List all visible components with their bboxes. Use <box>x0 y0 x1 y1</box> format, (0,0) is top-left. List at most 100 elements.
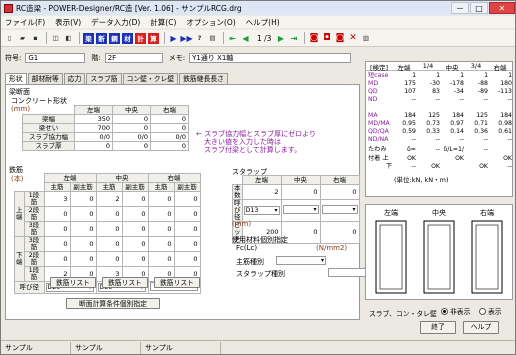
rebar-list-right-button[interactable]: 鉄筋リスト <box>154 277 200 288</box>
memo-input[interactable]: Y1通り X1軸 <box>189 52 352 63</box>
tab-slab-rebar[interactable]: スラブ筋 <box>86 73 122 84</box>
stirrup-dia-left-select[interactable]: D13 <box>243 206 280 215</box>
rebar-table: 左端 中央 右端 主筋 副主筋 主筋 副主筋 主筋 副主筋 上端 1段筋 3 0… <box>14 173 201 294</box>
menu-view[interactable]: 表示(V) <box>55 17 81 28</box>
section-left-stirrup <box>379 224 403 290</box>
window-title: RC造梁 - POWER-Designer/RC造 [Ver. 1.06] - … <box>16 3 242 13</box>
menu-help[interactable]: ヘルプ(H) <box>246 17 280 28</box>
minimize-button[interactable]: － <box>451 2 469 14</box>
lower-label: 下端 <box>14 236 25 282</box>
result-row: ND/NA -- -- -- -- -- <box>368 136 512 143</box>
result-row: QD 107 83 -34 -89 -113 <box>368 88 512 95</box>
run-all-icon[interactable]: ▶▶ <box>180 33 192 44</box>
menu-calc[interactable]: 計算(C) <box>150 17 176 28</box>
last-page-icon[interactable]: ⇥ <box>288 33 299 44</box>
memo-label: メモ: <box>168 53 186 62</box>
export-icon[interactable]: ▥ <box>360 33 371 44</box>
new-file-icon[interactable]: ▯ <box>4 33 15 44</box>
material-button[interactable]: 材 <box>122 32 133 44</box>
exit-button[interactable]: 終了 <box>420 321 456 334</box>
beam-button[interactable]: 梁 <box>83 32 94 44</box>
help-button[interactable]: ヘルプ <box>463 321 499 334</box>
section-left-outline <box>375 220 407 294</box>
result-row: 下 -- OK OK -- <box>385 163 512 170</box>
section-center-outline <box>423 220 455 294</box>
document-icon[interactable]: ▤ <box>207 33 218 44</box>
stirrup-dia-center-select[interactable] <box>282 205 319 214</box>
next-page-icon[interactable]: ▶ <box>275 33 286 44</box>
rebar-list-left-button[interactable]: 鉄筋リスト <box>50 277 96 288</box>
stirrup-dia-right-select[interactable] <box>321 205 358 214</box>
steel-button[interactable]: 鋼 <box>109 32 120 44</box>
tab-shape[interactable]: 形状 <box>5 73 27 84</box>
result-row: MD/MA 0.95 0.73 0.97 0.71 0.98 <box>368 120 512 127</box>
run-icon[interactable]: ▶ <box>168 33 179 44</box>
shape-panel: 梁断面 コンクリート形状 (mm) 左端 中央 右端 梁幅 350 0 0 梁せ… <box>5 84 379 320</box>
tab-strip: 形状 部材耐等 応力 スラブ筋 コン壁・クレ壁 鉄筋継長長さ <box>5 73 229 84</box>
delete-icon[interactable]: ✕ <box>347 33 358 44</box>
insert-row-icon[interactable]: ◘ <box>321 33 332 44</box>
radio-hide[interactable]: 非表示 <box>441 306 470 316</box>
menu-option[interactable]: オプション(O) <box>186 17 235 28</box>
save-icon[interactable]: ▪ <box>30 33 41 44</box>
section-calc-condition-button[interactable]: 断面計算条件個別指定 <box>66 298 160 309</box>
rebar-list-center-button[interactable]: 鉄筋リスト <box>102 277 148 288</box>
menu-file[interactable]: ファイル(F) <box>5 17 45 28</box>
display-toggle-label: スラブ、コン・タレ壁 <box>369 310 437 318</box>
menu-data-input[interactable]: データ入力(D) <box>91 17 140 28</box>
main-rebar-type-select[interactable] <box>276 256 326 265</box>
fugou-label: 符号: <box>5 53 22 62</box>
stirrup-table: 左端 中央 右端 本数 2 0 0 呼び径 D13 ピッチ 200 0 0 <box>232 175 360 244</box>
title-bar: RC造梁 - POWER-Designer/RC造 [Ver. 1.06] - … <box>1 1 515 15</box>
delete-row-icon[interactable]: ◙ <box>308 33 319 44</box>
upper-label: 上端 <box>14 191 25 237</box>
toolbar: ▯ ▰ ▪ ◫ ◧ 梁 断 鋼 材 計 算 ▶ ▶▶ ? ▤ ⇤ ◀ 1 /3 … <box>1 30 515 47</box>
main-rebar-type-label: 主筋種別 <box>236 258 264 266</box>
app-window: RC造梁 - POWER-Designer/RC造 [Ver. 1.06] - … <box>0 0 516 355</box>
menu-bar: ファイル(F) 表示(V) データ入力(D) 計算(C) オプション(O) ヘル… <box>1 16 515 28</box>
result-header: [検定] 左端 1/4 中央 3/4 右端 <box>366 62 512 72</box>
copy-row-icon[interactable]: ◙ <box>334 33 345 44</box>
fugou-input[interactable]: G1 <box>25 52 86 63</box>
radio-show-indicator[interactable] <box>479 307 486 315</box>
tab-anchorage[interactable]: 鉄筋継長長さ <box>179 73 228 84</box>
result-row: QD/QA 0.59 0.33 0.14 0.36 0.61 <box>368 128 512 135</box>
status-cell-2: サンプル <box>71 341 141 354</box>
status-cell-3: サンプル <box>141 341 221 354</box>
member-header: 符号: G1 階: 2F メモ: Y1通り X1軸 <box>5 52 352 63</box>
section-right-outline <box>471 220 503 294</box>
concrete-shape-table: 左端 中央 右端 梁幅 350 0 0 梁せい 700 0 0 スラブ協力幅 0… <box>22 105 189 151</box>
section-right-stirrup <box>475 224 499 290</box>
radio-hide-indicator[interactable] <box>441 307 448 315</box>
result-unit: (単位:kN, kN・m) <box>394 176 449 184</box>
tab-member[interactable]: 部材耐等 <box>27 73 63 84</box>
kai-label: 階: <box>91 53 101 62</box>
result-row: MA 184 125 184 125 184 <box>368 112 512 119</box>
first-page-icon[interactable]: ⇤ <box>227 33 238 44</box>
fc-label: Fc(Lc) <box>236 244 258 252</box>
section-preview: 左端 中央 右端 <box>365 204 513 300</box>
beam-section-drawings <box>375 220 503 294</box>
rebar-diameter-label: 呼び径 <box>14 281 45 294</box>
calc-button[interactable]: 計 <box>135 32 146 44</box>
status-bar: サンプル サンプル サンプル <box>1 340 515 354</box>
open-folder-icon[interactable]: ▰ <box>17 33 28 44</box>
radio-show[interactable]: 表示 <box>479 306 502 316</box>
result-row: 付着 上 OK OK OK <box>368 155 512 162</box>
compute-button[interactable]: 算 <box>148 32 159 44</box>
tab-con-wall[interactable]: コン壁・クレ壁 <box>122 73 179 84</box>
fc-unit: (N/mm2) <box>316 244 348 252</box>
status-cell-1: サンプル <box>1 341 71 354</box>
preview-icon[interactable]: ◧ <box>63 33 74 44</box>
section-button[interactable]: 断 <box>96 32 107 44</box>
result-row: MD 175 -30 -178 -88 180 <box>368 80 512 87</box>
tab-stress[interactable]: 応力 <box>63 73 86 84</box>
print-icon[interactable]: ◫ <box>50 33 61 44</box>
page-indicator: 1 /3 <box>257 33 272 43</box>
prev-page-icon[interactable]: ◀ <box>240 33 251 44</box>
close-button[interactable]: ✕ <box>489 2 515 14</box>
maximize-button[interactable]: □ <box>470 2 488 14</box>
app-icon <box>4 3 13 13</box>
question-icon[interactable]: ? <box>194 33 205 44</box>
kai-input[interactable]: 2F <box>104 52 163 63</box>
